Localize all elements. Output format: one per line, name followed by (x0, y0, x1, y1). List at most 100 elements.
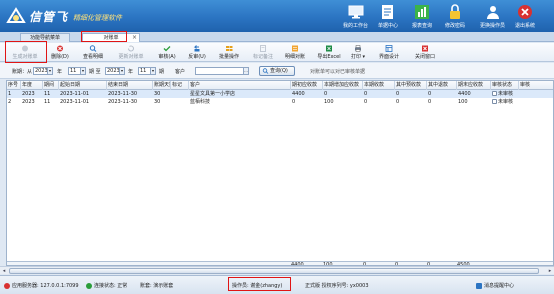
tab-function-nav[interactable]: 功能导航菜单 (20, 33, 70, 42)
chevron-down-icon: ▾ (119, 68, 124, 74)
approve-icon (163, 46, 171, 52)
topnav-exit[interactable]: 退出系统 (515, 1, 535, 31)
close-window-button[interactable]: 关闭窗口 (410, 44, 440, 61)
col-header-increase[interactable]: 本期增加应收款 (323, 81, 363, 90)
from-year-select[interactable]: 2023 ▾ (33, 67, 53, 75)
approve-button[interactable]: 审核(A) (154, 44, 180, 61)
col-header-received[interactable]: 本期收款 (363, 81, 395, 90)
topnav-workbench[interactable]: 我的工作台 (343, 1, 368, 31)
cell-increase: 0 (324, 91, 328, 97)
status-bar: 应用服务器: 127.0.0.1:7099 连接状态: 正常 账套: 演示账套 … (0, 275, 554, 294)
print-button[interactable]: 打印 ▾ (347, 44, 369, 61)
col-header-refund[interactable]: 其中退款 (427, 81, 457, 90)
to-month-select[interactable]: 11 ▾ (138, 67, 156, 75)
version-status: 正式版 授权序列号: yx0003 (305, 283, 369, 289)
toolbar-label: 删除(D) (51, 54, 69, 60)
scroll-right-icon[interactable]: ▸ (546, 267, 554, 275)
col-header-customer[interactable]: 客户 (189, 81, 291, 90)
toolbar-label: 标记备注 (252, 54, 273, 60)
report-icon (415, 5, 429, 19)
col-header-period[interactable]: 期间 (43, 81, 59, 90)
col-header-closing[interactable]: 期末应收款 (457, 81, 491, 90)
batch-operation-button[interactable]: 批量操作 (214, 44, 244, 61)
chevron-down-icon: ▾ (150, 68, 155, 74)
query-label: 查询(Q) (270, 68, 288, 74)
status-text: 未审核 (498, 91, 514, 97)
horizontal-scrollbar[interactable]: ◂ ▸ (0, 266, 554, 274)
cell-status: 未审核 (491, 98, 519, 106)
scrollbar-thumb[interactable] (9, 268, 539, 274)
cell-start-date: 2023-11-01 (60, 99, 90, 105)
print-icon (355, 45, 361, 52)
grid-header: 序号 年度 期间 起始日期 结束日期 账期天数 标记 客户 期初应收款 本期增加… (7, 81, 553, 90)
logo-name: 信管飞 (29, 9, 69, 24)
exit-icon (518, 5, 532, 19)
cell-days: 30 (154, 99, 161, 105)
topnav-change-password[interactable]: 修改密码 (445, 1, 465, 31)
account-status: 账套: 演示账套 (140, 283, 174, 289)
delete-icon (57, 45, 63, 52)
scroll-left-icon[interactable]: ◂ (0, 267, 8, 275)
cell-end-date: 2023-11-30 (108, 99, 138, 105)
status-text: 未审核 (498, 99, 514, 105)
topnav-reports[interactable]: 报表查询 (412, 1, 432, 31)
topnav-switch-user[interactable]: 更换操作员 (480, 1, 505, 31)
topnav-documents[interactable]: 单据中心 (378, 1, 398, 31)
unapprove-button[interactable]: 反审(U) (184, 44, 210, 61)
table-row[interactable]: 1 2023 11 2023-11-01 2023-11-30 30 星星文具第… (7, 90, 553, 98)
from-month-select[interactable]: 11 ▾ (68, 67, 86, 75)
col-header-opening[interactable]: 期初应收款 (291, 81, 323, 90)
status-checkbox[interactable] (492, 91, 497, 96)
view-detail-button[interactable]: 查看明细 (78, 44, 108, 61)
col-header-start-date[interactable]: 起始日期 (59, 81, 107, 90)
toolbar-label: 审核(A) (158, 54, 176, 60)
query-button[interactable]: 查询(Q) (259, 66, 295, 76)
col-header-days[interactable]: 账期天数 (153, 81, 171, 90)
col-header-year[interactable]: 年度 (21, 81, 43, 90)
cell-closing: 4400 (458, 91, 471, 97)
notify-center[interactable]: 消息提醒中心 (476, 282, 514, 289)
table-row[interactable]: 2 2023 11 2023-11-01 2023-11-30 30 蓝栢科技 … (7, 98, 553, 106)
export-excel-button[interactable]: 导出Excel (314, 44, 344, 61)
customer-select[interactable]: … (195, 67, 249, 75)
tab-statement[interactable]: 对账单 × (82, 33, 140, 42)
col-header-prepaid[interactable]: 其中预收款 (395, 81, 427, 90)
unapprove-icon (193, 45, 200, 52)
cell-increase: 100 (324, 99, 334, 105)
to-year-value: 2023 (107, 68, 120, 74)
mark-note-button[interactable]: 标记备注 (248, 44, 278, 61)
update-statement-button[interactable]: 更新对账单 (114, 44, 148, 61)
close-icon[interactable]: × (132, 34, 137, 42)
topnav-label: 修改密码 (445, 23, 466, 29)
status-checkbox[interactable] (492, 99, 497, 104)
switch-user-icon (486, 6, 499, 19)
toolbar: 生成对账单 删除(D) 查看明细 更新对账单 审核(A) 反审(U) 批量操作 … (0, 43, 554, 62)
server-icon (4, 282, 10, 289)
layout-design-button[interactable]: 界面设计 (374, 44, 404, 61)
chevron-down-icon: ▾ (47, 68, 52, 74)
col-header-mark[interactable]: 标记 (171, 81, 189, 90)
col-header-end-date[interactable]: 结束日期 (107, 81, 153, 90)
message-icon (476, 282, 482, 289)
col-header-status[interactable]: 审核状态 (491, 81, 519, 90)
col-header-index[interactable]: 序号 (7, 81, 21, 90)
server-status: 应用服务器: 127.0.0.1:7099 (4, 282, 79, 289)
cell-received: 0 (364, 99, 368, 105)
col-header-auditor[interactable]: 审核 (519, 81, 553, 90)
to-year-select[interactable]: 2023 ▾ (105, 67, 125, 75)
filter-bar: 账期：从 2023 ▾ 年 11 ▾ 期 至 2023 ▾ 年 11 ▾ 期 客… (0, 63, 554, 79)
generate-icon (22, 45, 28, 52)
toolbar-label: 反审(U) (188, 54, 206, 60)
toolbar-label: 批量操作 (218, 54, 239, 60)
connection-text: 连接状态: 正常 (94, 283, 128, 289)
generate-statement-button[interactable]: 生成对账单 (8, 44, 42, 61)
excel-icon (326, 45, 332, 52)
cell-opening: 4400 (292, 91, 305, 97)
view-detail-icon (89, 45, 97, 52)
cell-index: 1 (8, 91, 12, 97)
detail-reconcile-button[interactable]: 明细对账 (280, 44, 310, 61)
cell-year: 2023 (22, 91, 35, 97)
toolbar-label: 界面设计 (378, 54, 399, 60)
delete-button[interactable]: 删除(D) (48, 44, 72, 61)
cell-customer: 蓝栢科技 (190, 99, 211, 105)
